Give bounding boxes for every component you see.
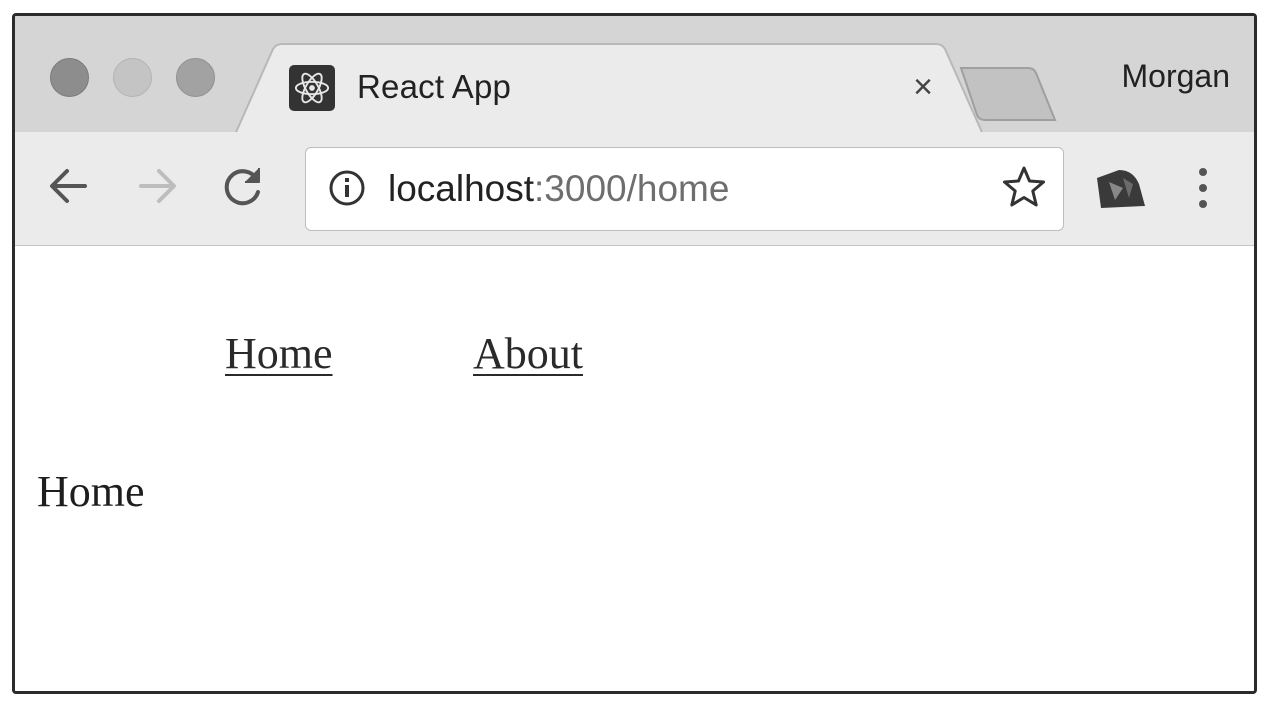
- tab-strip: React App × Morgan: [15, 16, 1254, 139]
- window-minimize-button[interactable]: [113, 58, 152, 97]
- star-icon[interactable]: [1001, 164, 1047, 210]
- url-path: :3000/home: [534, 168, 730, 209]
- page-content: Home About Home: [15, 246, 1254, 691]
- page-heading: Home: [37, 467, 145, 516]
- url-text[interactable]: localhost:3000/home: [388, 167, 729, 211]
- new-tab-button[interactable]: [958, 66, 1058, 124]
- react-logo-icon: [289, 65, 335, 111]
- nav-link-home[interactable]: Home: [225, 328, 333, 379]
- browser-tab[interactable]: React App ×: [233, 43, 989, 139]
- address-bar[interactable]: localhost:3000/home: [305, 147, 1064, 231]
- menu-icon[interactable]: [1193, 164, 1213, 212]
- tab-close-icon[interactable]: ×: [903, 67, 943, 107]
- window-close-button[interactable]: [50, 58, 89, 97]
- browser-toolbar: localhost:3000/home: [15, 132, 1254, 246]
- extension-icon[interactable]: [1093, 166, 1149, 212]
- reload-icon[interactable]: [215, 158, 271, 214]
- forward-arrow-icon[interactable]: [129, 158, 185, 214]
- nav-link-about[interactable]: About: [473, 328, 583, 379]
- window-maximize-button[interactable]: [176, 58, 215, 97]
- back-arrow-icon[interactable]: [41, 158, 97, 214]
- browser-window: React App × Morgan localhost:3000/home H…: [12, 13, 1257, 694]
- tab-shape: [233, 43, 987, 139]
- url-host: localhost: [388, 168, 535, 209]
- info-icon[interactable]: [326, 167, 368, 209]
- profile-name[interactable]: Morgan: [1122, 58, 1231, 95]
- tab-title: React App: [357, 68, 512, 105]
